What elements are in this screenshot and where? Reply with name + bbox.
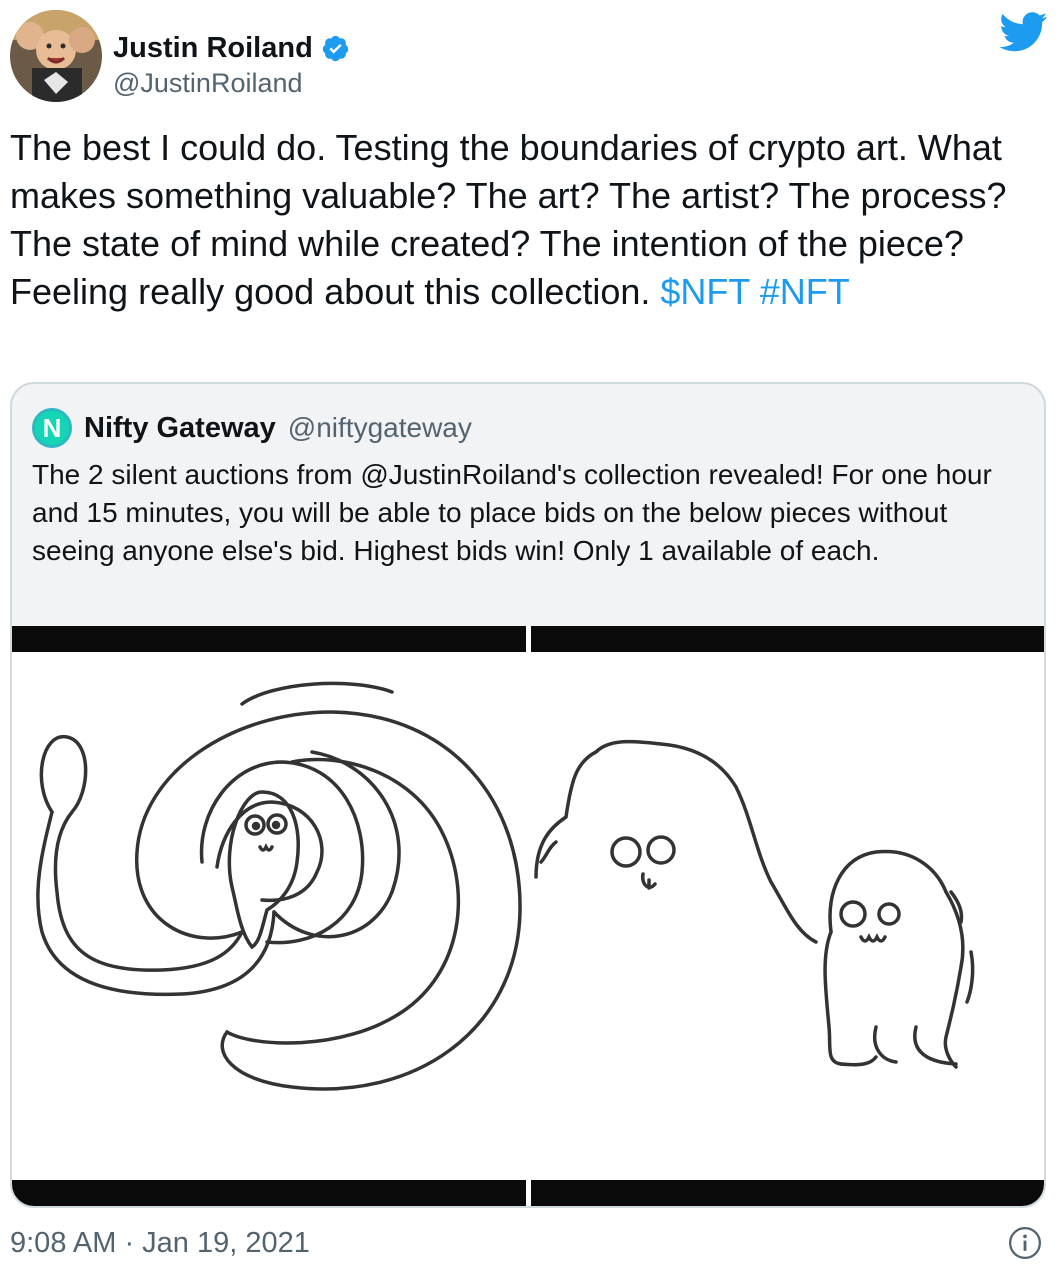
image-letterbox-bottom — [531, 1180, 1044, 1206]
tweet-timestamp[interactable]: 9:08 AM · Jan 19, 2021 — [10, 1227, 310, 1260]
quoted-handle: @niftygateway — [287, 412, 472, 443]
info-icon[interactable] — [1008, 1226, 1042, 1260]
avatar[interactable] — [10, 10, 102, 102]
author-handle[interactable]: @JustinRoiland — [113, 68, 303, 99]
hashtag-link[interactable]: #NFT — [760, 271, 850, 312]
media-grid — [12, 626, 1044, 1206]
tweet-body: The best I could do. Testing the boundar… — [10, 127, 1007, 312]
author-display-name[interactable]: Justin Roiland — [113, 32, 313, 65]
quoted-tweet[interactable]: N Nifty Gateway @niftygateway The 2 sile… — [10, 382, 1046, 1208]
cashtag-link[interactable]: $NFT — [660, 271, 749, 312]
nifty-gateway-logo-icon: N — [32, 408, 72, 448]
quoted-display-name: Nifty Gateway — [84, 411, 276, 444]
tweet-header: Justin Roiland @JustinRoiland — [10, 10, 1050, 105]
quoted-tweet-header: N Nifty Gateway @niftygateway — [32, 408, 472, 448]
image-letterbox-top — [531, 626, 1044, 652]
twitter-bird-icon[interactable] — [1000, 12, 1048, 52]
snake-drawing-image[interactable] — [12, 626, 526, 1206]
tweet-footer: 9:08 AM · Jan 19, 2021 — [10, 1224, 1050, 1264]
image-letterbox-top — [12, 626, 526, 652]
blob-creatures-drawing-image[interactable] — [531, 626, 1044, 1206]
tweet-text: The best I could do. Testing the boundar… — [10, 124, 1030, 316]
image-letterbox-bottom — [12, 1180, 526, 1206]
quoted-tweet-text: The 2 silent auctions from @JustinRoilan… — [32, 459, 992, 566]
verified-badge-icon — [322, 35, 348, 62]
